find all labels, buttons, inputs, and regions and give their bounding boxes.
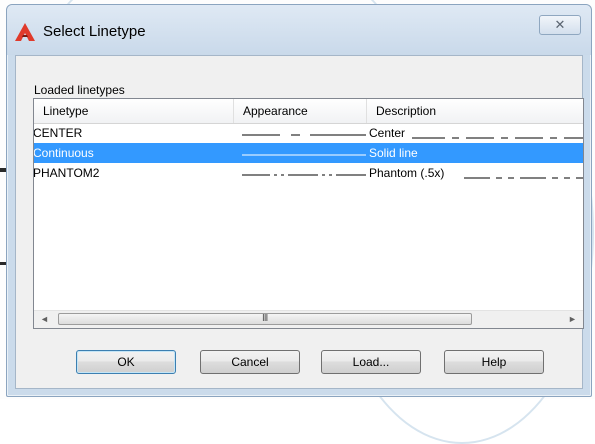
horizontal-scrollbar[interactable]: ◄ III ► [34,310,583,328]
chevron-right-icon: ► [568,314,577,324]
autocad-logo-icon [15,23,35,41]
chevron-left-icon: ◄ [40,314,49,324]
linetype-description: Center [369,126,406,140]
column-header-appearance[interactable]: Appearance [234,99,367,123]
column-header-description[interactable]: Description [367,99,583,123]
dialog-title: Select Linetype [43,23,146,40]
grip-icon: III [262,313,268,324]
linetype-appearance-phantom [242,174,583,179]
dialog-client-area: Loaded linetypes Linetype Appearance Des… [15,55,584,389]
load-button[interactable]: Load... [321,350,421,374]
cancel-button[interactable]: Cancel [200,350,300,374]
scroll-left-button[interactable]: ◄ [36,311,53,328]
scroll-right-button[interactable]: ► [564,311,581,328]
table-row[interactable]: CENTER Center [34,123,583,143]
table-row[interactable]: PHANTOM2 Phantom (.5x) [34,163,583,183]
list-header: Linetype Appearance Description [34,99,583,124]
title-bar[interactable]: Select Linetype ✕ [7,5,591,55]
help-button[interactable]: Help [444,350,544,374]
loaded-linetypes-label: Loaded linetypes [34,83,125,97]
scrollbar-thumb[interactable]: III [58,313,472,325]
column-header-linetype[interactable]: Linetype [34,99,234,123]
linetype-description: Solid line [369,146,418,160]
select-linetype-dialog: Select Linetype ✕ Loaded linetypes Linet… [6,4,592,397]
close-icon: ✕ [554,17,566,32]
ok-button[interactable]: OK [76,350,176,374]
close-button[interactable]: ✕ [539,15,581,35]
linetype-appearance-center [242,134,583,139]
linetype-description: Phantom (.5x) [369,166,445,180]
table-row-selected[interactable]: Continuous Solid line [34,143,583,163]
linetype-list[interactable]: Linetype Appearance Description CENTER C… [33,98,584,329]
linetype-appearance-continuous [242,154,366,156]
